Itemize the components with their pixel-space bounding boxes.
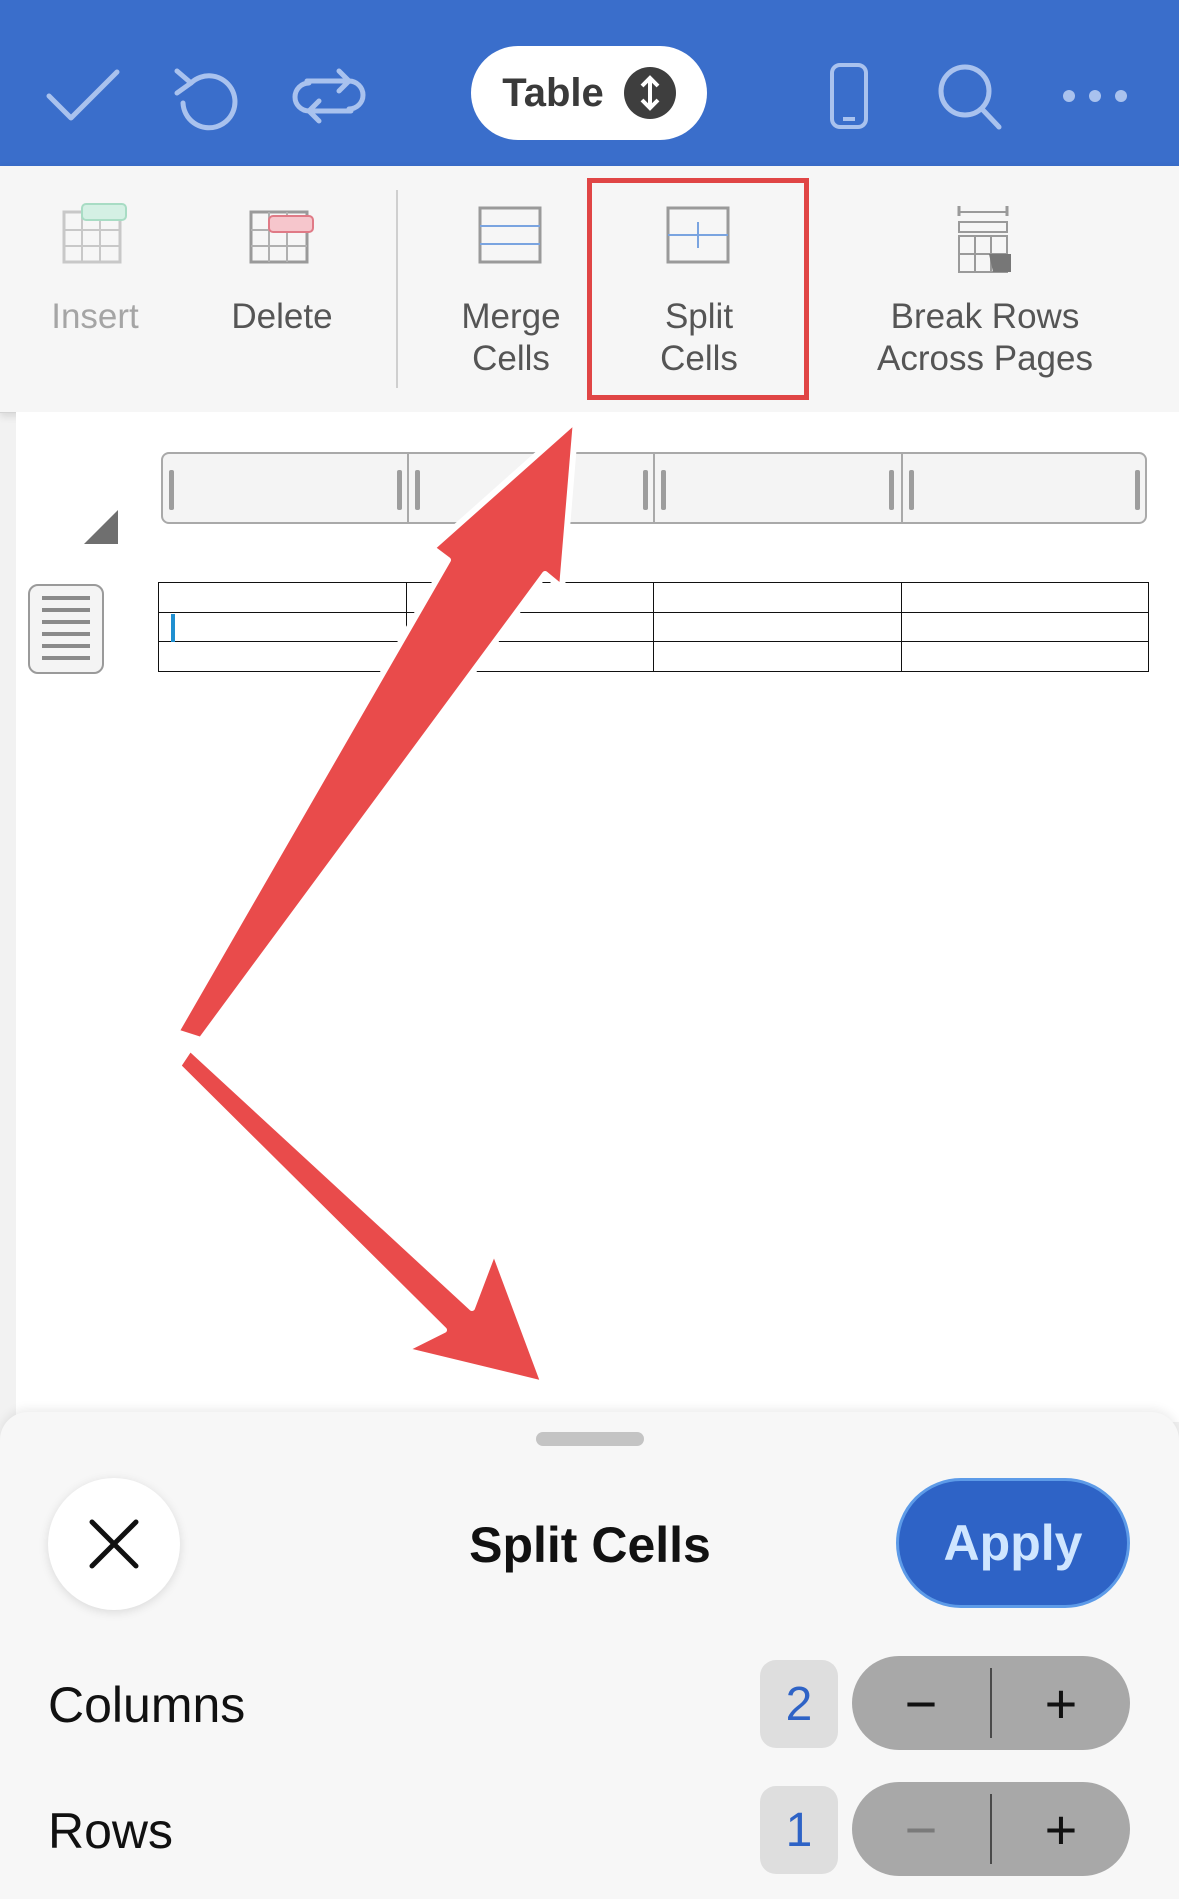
sheet-grabber[interactable] <box>536 1432 644 1446</box>
table-cell[interactable] <box>900 641 1149 672</box>
close-button[interactable] <box>48 1478 180 1610</box>
columns-label: Columns <box>48 1677 246 1733</box>
table-cell[interactable] <box>158 611 407 643</box>
table-cell[interactable] <box>158 641 407 672</box>
document-table[interactable] <box>158 582 1149 672</box>
columns-stepper[interactable]: − + <box>852 1656 1130 1750</box>
split-cells-highlight-box <box>587 178 809 400</box>
table-select-corner[interactable] <box>84 510 118 544</box>
ruler-divider <box>653 454 655 522</box>
delete-label: Delete <box>231 297 333 336</box>
plus-icon: + <box>1044 1797 1078 1861</box>
table-cell[interactable] <box>653 611 902 643</box>
table-cell[interactable] <box>405 641 654 672</box>
rows-stepper[interactable]: − + <box>852 1782 1130 1876</box>
delete-table-icon <box>247 202 317 271</box>
rows-label: Rows <box>48 1803 174 1859</box>
ruler-handle[interactable] <box>397 470 402 510</box>
document-canvas[interactable] <box>16 412 1179 1422</box>
close-icon <box>89 1519 139 1569</box>
view-mode-selector[interactable]: Table <box>471 46 707 140</box>
columns-value: 2 <box>760 1660 838 1748</box>
table-cell[interactable] <box>653 641 902 672</box>
search-icon[interactable] <box>926 56 1016 136</box>
table-cell[interactable] <box>405 611 654 643</box>
table-row <box>158 641 1149 672</box>
ruler-handle[interactable] <box>415 470 420 510</box>
merge-cells-label: Merge Cells <box>461 297 561 378</box>
table-row <box>158 611 1149 643</box>
insert-table-icon <box>60 202 130 271</box>
sheet-title: Split Cells <box>469 1517 711 1573</box>
break-rows-button[interactable]: Break Rows Across Pages <box>860 166 1110 412</box>
apply-label: Apply <box>943 1515 1083 1571</box>
undo-icon[interactable] <box>162 56 252 136</box>
break-rows-label: Break Rows Across Pages <box>877 297 1093 378</box>
table-cell[interactable] <box>900 611 1149 643</box>
columns-decrement-button[interactable]: − <box>852 1656 990 1750</box>
row-select-icon[interactable] <box>28 584 104 674</box>
merge-cells-icon <box>476 202 546 271</box>
break-rows-icon <box>953 202 1017 279</box>
more-icon[interactable] <box>1050 56 1140 136</box>
merge-cells-button[interactable]: Merge Cells <box>436 166 586 412</box>
table-cell[interactable] <box>900 582 1149 613</box>
insert-label: Insert <box>51 297 139 336</box>
ribbon-divider <box>396 190 398 388</box>
rows-value: 1 <box>760 1786 838 1874</box>
table-cell[interactable] <box>653 582 902 613</box>
minus-icon: − <box>904 1671 938 1735</box>
phone-layout-icon[interactable] <box>804 56 894 136</box>
up-down-icon <box>623 67 676 119</box>
minus-icon: − <box>904 1797 938 1861</box>
view-mode-label: Table <box>502 70 604 115</box>
top-toolbar: Table <box>0 0 1179 166</box>
insert-button[interactable]: Insert <box>20 166 170 412</box>
redo-icon[interactable] <box>284 56 374 136</box>
ruler-handle[interactable] <box>661 470 666 510</box>
delete-button[interactable]: Delete <box>207 166 357 412</box>
rows-increment-button[interactable]: + <box>992 1782 1130 1876</box>
ruler-handle[interactable] <box>643 470 648 510</box>
table-cell[interactable] <box>405 582 654 613</box>
plus-icon: + <box>1044 1671 1078 1735</box>
ruler-handle[interactable] <box>1135 470 1140 510</box>
columns-increment-button[interactable]: + <box>992 1656 1130 1750</box>
column-ruler[interactable] <box>161 452 1147 524</box>
ruler-handle[interactable] <box>889 470 894 510</box>
ruler-handle[interactable] <box>169 470 174 510</box>
table-row <box>158 582 1149 613</box>
rows-decrement-button[interactable]: − <box>852 1782 990 1876</box>
check-icon[interactable] <box>38 56 128 136</box>
ruler-divider <box>407 454 409 522</box>
text-cursor <box>171 614 175 642</box>
ruler-divider <box>901 454 903 522</box>
table-cell[interactable] <box>158 582 407 613</box>
ruler-handle[interactable] <box>909 470 914 510</box>
apply-button[interactable]: Apply <box>896 1478 1130 1608</box>
